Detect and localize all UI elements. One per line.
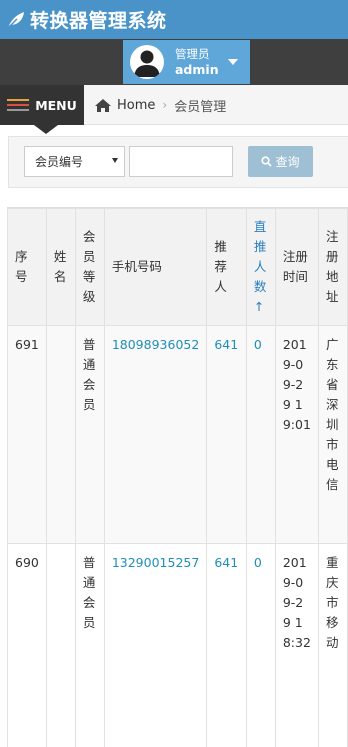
chevron-down-icon xyxy=(228,59,238,65)
member-table: 序号 姓名 会员等级 手机号码 推荐人 直推人数↑ 注册时间 注册地址 691 … xyxy=(7,208,348,747)
cell-reg-time: 2019-09-29 19:01 xyxy=(274,325,320,544)
cell-referrer-link[interactable]: 641 xyxy=(206,543,247,747)
menu-pointer xyxy=(34,125,58,134)
menu-button[interactable]: MENU xyxy=(0,85,84,125)
col-header-direct-count[interactable]: 直推人数↑ xyxy=(245,208,276,326)
search-field-select[interactable]: 会员编号 xyxy=(24,146,125,177)
search-field-selected: 会员编号 xyxy=(35,155,84,169)
menu-label: MENU xyxy=(35,97,77,113)
col-header-reg-time[interactable]: 注册时间 xyxy=(274,208,320,326)
search-input[interactable] xyxy=(129,146,233,177)
user-avatar-icon xyxy=(134,50,160,77)
col-header-referrer[interactable]: 推荐人 xyxy=(206,208,247,326)
home-icon xyxy=(95,98,111,112)
nav-row: MENU Home › 会员管理 xyxy=(0,85,348,125)
cell-direct-count-link[interactable]: 0 xyxy=(245,543,276,747)
cell-referrer-link[interactable]: 641 xyxy=(206,325,247,544)
search-panel: 会员编号 查询 xyxy=(8,136,348,188)
cell-id: 691 xyxy=(7,325,47,544)
col-header-name[interactable]: 姓名 xyxy=(45,208,76,326)
menu-icon xyxy=(7,99,30,111)
breadcrumb-separator: › xyxy=(162,98,168,112)
user-menu-toggle[interactable]: 管理员 admin xyxy=(123,40,250,84)
user-bar: 管理员 admin xyxy=(0,39,348,85)
cell-phone-link[interactable]: 13290015257 xyxy=(103,543,208,747)
app-header: 转换器管理系统 xyxy=(0,0,348,39)
user-role: 管理员 xyxy=(175,47,210,61)
user-name: admin xyxy=(175,62,219,77)
avatar xyxy=(130,45,164,79)
breadcrumb-home[interactable]: Home xyxy=(117,98,155,113)
table-row: 690 普通会员 13290015257 641 0 2019-09-29 18… xyxy=(7,543,348,747)
table-header-row: 序号 姓名 会员等级 手机号码 推荐人 直推人数↑ 注册时间 注册地址 xyxy=(7,208,348,326)
cell-phone-link[interactable]: 18098936052 xyxy=(103,325,208,544)
search-button-label: 查询 xyxy=(275,155,300,169)
table-row: 691 普通会员 18098936052 641 0 2019-09-29 19… xyxy=(7,325,348,544)
cell-level: 普通会员 xyxy=(74,543,105,747)
member-table-container[interactable]: 序号 姓名 会员等级 手机号码 推荐人 直推人数↑ 注册时间 注册地址 691 … xyxy=(7,207,348,747)
cell-reg-time: 2019-09-29 18:32 xyxy=(274,543,320,747)
cell-name xyxy=(45,543,76,747)
col-header-phone[interactable]: 手机号码 xyxy=(103,208,208,326)
col-header-reg-address[interactable]: 注册地址 xyxy=(318,208,348,326)
search-button[interactable]: 查询 xyxy=(248,146,313,177)
search-icon xyxy=(261,156,273,167)
cell-id: 690 xyxy=(7,543,47,747)
leaf-icon xyxy=(7,11,24,29)
cell-reg-address: 重庆市移动 xyxy=(318,543,348,747)
dropdown-arrow-icon xyxy=(112,158,118,163)
cell-name xyxy=(45,325,76,544)
app-title: 转换器管理系统 xyxy=(30,10,167,32)
breadcrumb: Home › 会员管理 xyxy=(94,85,226,125)
cell-direct-count-link[interactable]: 0 xyxy=(245,325,276,544)
col-header-level[interactable]: 会员等级 xyxy=(74,208,105,326)
breadcrumb-current: 会员管理 xyxy=(174,99,227,115)
col-header-id[interactable]: 序号 xyxy=(7,208,47,326)
cell-level: 普通会员 xyxy=(74,325,105,544)
cell-reg-address: 广东省深圳市电信 xyxy=(318,325,348,544)
